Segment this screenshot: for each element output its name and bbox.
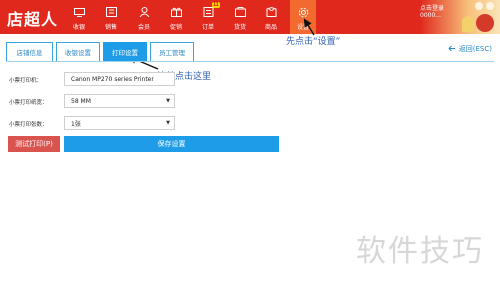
promo-banner[interactable]: 点击登录0000... <box>420 0 500 34</box>
nav-item-member[interactable]: 会员 <box>131 0 157 34</box>
promotion-icon <box>170 6 182 18</box>
product-icon <box>266 6 277 18</box>
goods-icon <box>234 6 246 18</box>
close-icon[interactable] <box>486 2 494 10</box>
printer-label: 小票打印机： <box>9 78 43 84</box>
mascot-decoration <box>476 14 494 32</box>
paper-width-select[interactable]: 58 MM ▼ <box>64 94 175 108</box>
nav-label: 订单 <box>201 24 214 31</box>
tab-divider <box>6 61 494 62</box>
chevron-down-icon: ▼ <box>166 98 170 104</box>
paper-width-label: 小票打印纸宽： <box>9 100 48 106</box>
order-badge: 11 <box>212 2 220 8</box>
top-nav-bar: 店超人 收银 销售 会员 促销 11 订单 货货 商品 设置 点击登录0000.… <box>0 0 500 34</box>
annotation-settings: 先点击“设置” <box>286 37 341 47</box>
nav-item-goods[interactable]: 货货 <box>227 0 253 34</box>
save-settings-button[interactable]: 保存设置 <box>64 136 279 152</box>
minimize-icon[interactable] <box>475 2 483 10</box>
tab-store-info[interactable]: 店铺信息 <box>6 42 53 62</box>
nav-label: 销售 <box>104 24 117 31</box>
order-icon: 11 <box>203 2 220 18</box>
nav-label: 收银 <box>72 24 85 31</box>
nav-item-order[interactable]: 11 订单 <box>195 0 221 34</box>
tab-print-settings[interactable]: 打印设置 <box>103 42 147 62</box>
nav-label: 货货 <box>233 24 246 31</box>
back-arrow-icon <box>448 45 456 54</box>
app-logo: 店超人 <box>7 10 59 29</box>
nav-item-settings[interactable]: 设置 <box>290 0 316 34</box>
chevron-down-icon: ▼ <box>166 120 170 126</box>
lantern-decoration <box>462 16 474 32</box>
nav-item-cashier[interactable]: 收银 <box>66 0 92 34</box>
nav-item-promotion[interactable]: 促销 <box>163 0 189 34</box>
sales-icon <box>105 6 117 18</box>
copies-label: 小票打印张数： <box>9 122 48 128</box>
gear-icon <box>298 6 309 18</box>
promo-text: 点击登录0000... <box>420 5 445 19</box>
nav-label: 商品 <box>264 24 277 31</box>
copies-value: 1张 <box>71 120 81 128</box>
printer-field[interactable]: Canon MP270 series Printer <box>64 72 175 86</box>
member-icon <box>139 6 150 18</box>
tab-cashier-settings[interactable]: 收银设置 <box>56 42 100 62</box>
printer-value: Canon MP270 series Printer <box>71 75 154 83</box>
window-controls <box>475 2 494 10</box>
monitor-icon <box>73 6 85 18</box>
tab-staff-management[interactable]: 员工管理 <box>150 42 194 62</box>
back-label: 返回(ESC) <box>458 45 492 53</box>
back-button[interactable]: 返回(ESC) <box>448 44 492 54</box>
nav-label: 促销 <box>169 24 182 31</box>
test-print-button[interactable]: 测试打印(P) <box>8 136 60 152</box>
watermark: 软件技巧 <box>356 234 484 269</box>
copies-select[interactable]: 1张 ▼ <box>64 116 175 130</box>
paper-width-value: 58 MM <box>71 97 91 105</box>
nav-item-sales[interactable]: 销售 <box>98 0 124 34</box>
nav-item-product[interactable]: 商品 <box>258 0 284 34</box>
nav-label: 设置 <box>296 24 309 31</box>
nav-label: 会员 <box>137 24 150 31</box>
